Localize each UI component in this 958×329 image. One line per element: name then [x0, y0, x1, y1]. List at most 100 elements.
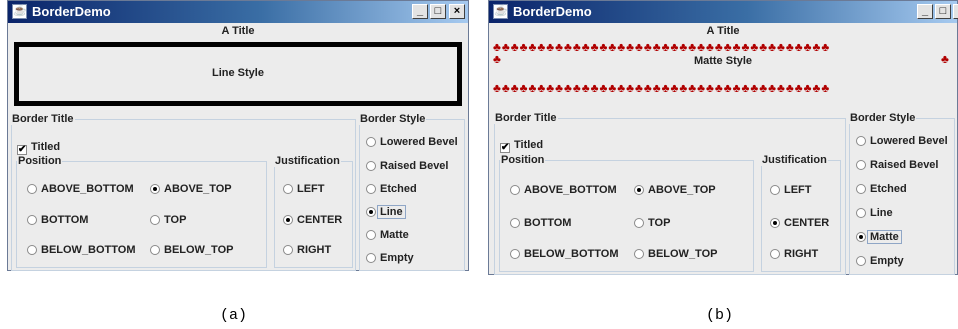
border-title-text: A Title	[706, 25, 740, 37]
position-legend: Position	[500, 154, 546, 166]
radio-below-top[interactable]: BELOW_TOP	[634, 248, 717, 261]
radio-circle-icon	[27, 245, 37, 255]
java-cup-icon: ☕	[12, 4, 27, 19]
radio-bottom[interactable]: BOTTOM	[510, 217, 571, 230]
radio-below-top[interactable]: BELOW_TOP	[150, 244, 233, 257]
radio-below-bottom[interactable]: BELOW_BOTTOM	[510, 248, 619, 261]
radio-bottom[interactable]: BOTTOM	[27, 214, 88, 227]
justification-group: Justification LEFT CENTER RIGHT	[761, 154, 841, 272]
radio-circle-icon	[856, 256, 866, 266]
radio-selected-icon	[366, 207, 376, 217]
radio-below-bottom[interactable]: BELOW_BOTTOM	[27, 244, 136, 257]
window-b: ☕ BorderDemo _ □ × A Title ♣♣♣♣♣♣♣♣♣♣♣♣♣…	[488, 0, 958, 275]
window-title: BorderDemo	[513, 4, 592, 19]
radio-circle-icon	[510, 249, 520, 259]
radio-etched[interactable]: Etched	[366, 183, 417, 196]
radio-above-top[interactable]: ABOVE_TOP	[150, 183, 232, 196]
panel-label: Line Style	[212, 67, 264, 79]
java-cup-icon: ☕	[493, 4, 508, 19]
maximize-button[interactable]: □	[935, 4, 951, 19]
titled-checkbox[interactable]: ✔ Titled	[17, 141, 60, 155]
minimize-button[interactable]: _	[917, 4, 933, 19]
radio-selected-icon	[770, 218, 780, 228]
radio-above-bottom[interactable]: ABOVE_BOTTOM	[27, 183, 134, 196]
radio-circle-icon	[366, 184, 376, 194]
window-content: A Title ♣♣♣♣♣♣♣♣♣♣♣♣♣♣♣♣♣♣♣♣♣♣♣♣♣♣♣♣♣♣♣♣…	[489, 23, 957, 275]
radio-top[interactable]: TOP	[150, 214, 186, 227]
radio-circle-icon	[27, 215, 37, 225]
radio-top[interactable]: TOP	[634, 217, 670, 230]
check-icon: ✔	[17, 144, 27, 155]
radio-empty[interactable]: Empty	[366, 252, 414, 265]
line-style-panel: Line Style	[14, 42, 462, 106]
radio-matte[interactable]: Matte	[366, 229, 409, 242]
radio-line[interactable]: Line	[366, 205, 406, 219]
radio-above-top[interactable]: ABOVE_TOP	[634, 184, 716, 197]
radio-circle-icon	[366, 161, 376, 171]
caption-a: (a)	[220, 307, 248, 324]
close-button[interactable]: ×	[449, 4, 465, 19]
radio-right[interactable]: RIGHT	[770, 248, 818, 261]
matte-style-panel: ♣♣♣♣♣♣♣♣♣♣♣♣♣♣♣♣♣♣♣♣♣♣♣♣♣♣♣♣♣♣♣♣♣♣♣♣♣♣ ♣…	[493, 41, 953, 94]
radio-circle-icon	[283, 184, 293, 194]
radio-circle-icon	[510, 218, 520, 228]
maple-leaf-icon: ♣♣♣♣♣♣♣♣♣♣♣♣♣♣♣♣♣♣♣♣♣♣♣♣♣♣♣♣♣♣♣♣♣♣♣♣♣♣	[493, 82, 831, 94]
minimize-button[interactable]: _	[412, 4, 428, 19]
radio-matte[interactable]: Matte	[856, 230, 902, 244]
radio-left[interactable]: LEFT	[283, 183, 325, 196]
border-style-group: Border Style Lowered Bevel Raised Bevel …	[849, 112, 955, 275]
radio-above-bottom[interactable]: ABOVE_BOTTOM	[510, 184, 617, 197]
radio-circle-icon	[150, 245, 160, 255]
border-title-text: A Title	[221, 25, 255, 37]
position-group: Position ABOVE_BOTTOM ABOVE_TOP BOTTOM T…	[16, 155, 267, 268]
window-a: ☕ BorderDemo _ □ × A Title Line Style Bo…	[7, 0, 469, 271]
radio-circle-icon	[510, 185, 520, 195]
radio-raised-bevel[interactable]: Raised Bevel	[856, 159, 938, 172]
radio-circle-icon	[283, 245, 293, 255]
radio-circle-icon	[770, 185, 780, 195]
radio-selected-icon	[283, 215, 293, 225]
radio-circle-icon	[856, 208, 866, 218]
panel-label: Matte Style	[693, 55, 753, 67]
justification-legend: Justification	[761, 154, 828, 166]
title-bar[interactable]: ☕ BorderDemo _ □ ×	[8, 1, 468, 23]
border-title-legend: Border Title	[11, 113, 75, 125]
radio-raised-bevel[interactable]: Raised Bevel	[366, 160, 448, 173]
border-title-legend: Border Title	[494, 112, 558, 124]
radio-circle-icon	[150, 215, 160, 225]
border-style-legend: Border Style	[849, 112, 917, 124]
titled-label: Titled	[514, 139, 544, 151]
check-icon: ✔	[500, 142, 510, 153]
radio-circle-icon	[366, 137, 376, 147]
radio-empty[interactable]: Empty	[856, 255, 904, 268]
caption-b: (b)	[706, 307, 734, 324]
border-title-group: Border Title ✔ Titled Position ABOVE_BOTT…	[494, 112, 846, 275]
radio-circle-icon	[366, 230, 376, 240]
radio-circle-icon	[634, 249, 644, 259]
radio-line[interactable]: Line	[856, 207, 893, 220]
position-legend: Position	[17, 155, 63, 167]
window-title: BorderDemo	[32, 4, 111, 19]
titled-checkbox[interactable]: ✔ Titled	[500, 139, 543, 153]
close-button[interactable]: ×	[953, 4, 958, 19]
radio-circle-icon	[856, 160, 866, 170]
radio-lowered-bevel[interactable]: Lowered Bevel	[856, 135, 948, 148]
radio-right[interactable]: RIGHT	[283, 244, 331, 257]
window-content: A Title Line Style Border Title ✔ Titled …	[8, 23, 468, 271]
position-group: Position ABOVE_BOTTOM ABOVE_TOP BOTTOM T…	[499, 154, 754, 272]
title-bar[interactable]: ☕ BorderDemo _ □ ×	[489, 1, 958, 23]
justification-legend: Justification	[274, 155, 341, 167]
border-style-legend: Border Style	[359, 113, 427, 125]
radio-circle-icon	[634, 218, 644, 228]
border-title-group: Border Title ✔ Titled Position ABOVE_BOTT…	[11, 113, 356, 271]
radio-left[interactable]: LEFT	[770, 184, 812, 197]
maximize-button[interactable]: □	[430, 4, 446, 19]
radio-center[interactable]: CENTER	[770, 217, 829, 230]
titled-label: Titled	[31, 141, 61, 153]
border-style-group: Border Style Lowered Bevel Raised Bevel …	[359, 113, 465, 271]
radio-circle-icon	[27, 184, 37, 194]
radio-etched[interactable]: Etched	[856, 183, 907, 196]
radio-selected-icon	[150, 184, 160, 194]
radio-center[interactable]: CENTER	[283, 214, 342, 227]
radio-lowered-bevel[interactable]: Lowered Bevel	[366, 136, 458, 149]
